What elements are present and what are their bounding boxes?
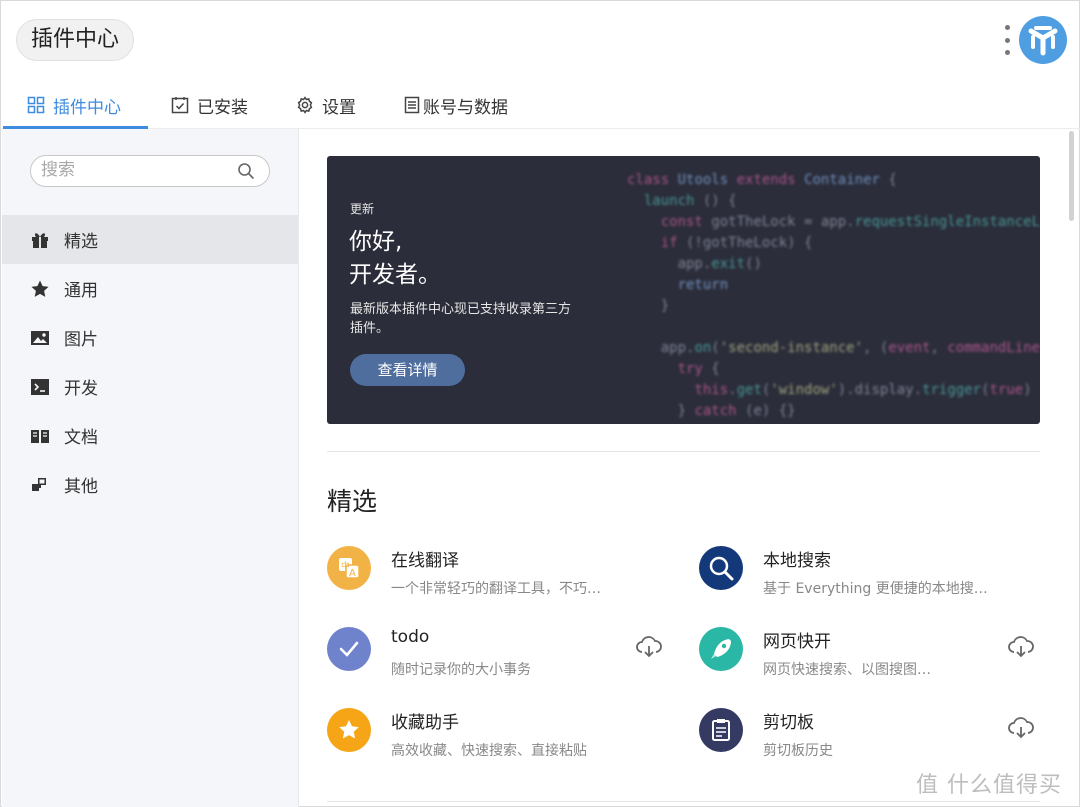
- page-title: 插件中心: [16, 19, 135, 61]
- plugin-name: todo: [391, 627, 430, 647]
- svg-text:A: A: [349, 568, 356, 579]
- sidebar: 精选 通用 图片 开发 文档 其他: [2, 129, 299, 807]
- sidebar-item-label: 文档: [64, 428, 98, 448]
- book-icon: [31, 429, 49, 443]
- tab-label: 插件中心: [53, 97, 121, 118]
- sidebar-item-label: 通用: [64, 281, 98, 301]
- plugin-desc: 高效收藏、快速搜索、直接粘贴: [391, 743, 587, 759]
- image-icon: [31, 330, 49, 345]
- main-content: class Utools extends Container { launch …: [327, 156, 1040, 802]
- favorite-star-icon: [327, 708, 371, 752]
- local-search-icon: [699, 546, 743, 590]
- plugin-name: 网页快开: [763, 632, 831, 652]
- search-icon[interactable]: [237, 162, 255, 180]
- installed-check-icon: [171, 97, 189, 114]
- tab-bar: 插件中心 已安装 设置 账号与数据: [1, 81, 1080, 129]
- banner-title: 你好, 开发者。: [349, 226, 441, 292]
- plugin-card-favorites[interactable]: 收藏助手 高效收藏、快速搜索、直接粘贴: [327, 708, 667, 774]
- sidebar-item-images[interactable]: 图片: [2, 313, 298, 362]
- plugin-name: 在线翻译: [391, 551, 459, 571]
- more-menu-icon[interactable]: [1001, 25, 1013, 55]
- sidebar-item-featured[interactable]: 精选: [2, 215, 298, 264]
- plugin-name: 剪切板: [763, 713, 814, 733]
- search-input[interactable]: [41, 156, 231, 184]
- banner-tag: 更新: [350, 202, 375, 216]
- sidebar-item-label: 其他: [64, 477, 98, 497]
- tab-settings[interactable]: 设置: [296, 81, 356, 129]
- category-nav: 精选 通用 图片 开发 文档 其他: [2, 215, 298, 509]
- sidebar-item-general[interactable]: 通用: [2, 264, 298, 313]
- blocks-icon: [32, 477, 46, 491]
- banner-description: 最新版本插件中心现已支持收录第三方插件。: [350, 302, 572, 336]
- plugin-card-translate[interactable]: 中A 在线翻译 一个非常轻巧的翻译工具，不巧…: [327, 546, 667, 612]
- plugin-card-clipboard[interactable]: 剪切板 剪切板历史: [699, 708, 1039, 774]
- watermark: 值 什么值得买: [916, 773, 1062, 798]
- clipboard-icon: [699, 708, 743, 752]
- sidebar-item-label: 精选: [64, 232, 98, 252]
- todo-check-icon: [327, 627, 371, 671]
- plugin-desc: 剪切板历史: [763, 743, 833, 759]
- rocket-icon: [699, 627, 743, 671]
- divider: [327, 451, 1040, 452]
- view-details-button[interactable]: 查看详情: [350, 354, 465, 386]
- scrollbar-thumb[interactable]: [1069, 131, 1074, 221]
- tab-label: 账号与数据: [423, 97, 508, 118]
- banner-title-line2: 开发者。: [349, 262, 441, 288]
- plugin-desc: 基于 Everything 更便捷的本地搜…: [763, 581, 988, 597]
- star-icon: [31, 280, 49, 297]
- translate-icon: 中A: [327, 546, 371, 590]
- search-box: [30, 155, 270, 187]
- banner-code-background: class Utools extends Container { launch …: [627, 172, 1040, 419]
- account-data-icon: [404, 96, 420, 114]
- tab-label: 已安装: [197, 97, 248, 118]
- plugin-card-local-search[interactable]: 本地搜索 基于 Everything 更便捷的本地搜…: [699, 546, 1039, 612]
- sidebar-item-other[interactable]: 其他: [2, 460, 298, 509]
- cloud-download-icon[interactable]: [635, 635, 663, 659]
- section-title-featured: 精选: [327, 487, 378, 516]
- tab-plugin-center[interactable]: 插件中心: [27, 81, 121, 129]
- update-banner: class Utools extends Container { launch …: [327, 156, 1040, 424]
- tab-installed[interactable]: 已安装: [171, 81, 248, 129]
- sidebar-item-label: 图片: [64, 330, 98, 350]
- gear-icon: [297, 96, 313, 114]
- plugin-card-todo[interactable]: todo 随时记录你的大小事务: [327, 627, 667, 693]
- plugin-desc: 随时记录你的大小事务: [391, 662, 531, 678]
- tab-account-data[interactable]: 账号与数据: [403, 81, 508, 129]
- terminal-icon: [31, 378, 49, 395]
- banner-title-line1: 你好,: [349, 229, 403, 255]
- plugin-card-web-quick-open[interactable]: 网页快开 网页快速搜索、以图搜图…: [699, 627, 1039, 693]
- plugin-desc: 一个非常轻巧的翻译工具，不巧…: [391, 581, 601, 597]
- divider: [327, 801, 1040, 802]
- app-window: 插件中心 插件中心 已安装 设置 账号与数据 搜索 精选 通用 图片 开发 文档…: [0, 0, 1080, 807]
- sidebar-item-docs[interactable]: 文档: [2, 411, 298, 460]
- gift-icon: [32, 232, 48, 248]
- sidebar-item-label: 开发: [64, 379, 98, 399]
- cloud-download-icon[interactable]: [1007, 635, 1035, 659]
- app-logo[interactable]: [1019, 16, 1067, 64]
- sidebar-item-dev[interactable]: 开发: [2, 362, 298, 411]
- tab-label: 设置: [322, 97, 356, 118]
- grid-icon: [27, 96, 45, 114]
- plugin-name: 收藏助手: [391, 713, 459, 733]
- cloud-download-icon[interactable]: [1007, 716, 1035, 740]
- plugin-name: 本地搜索: [763, 551, 831, 571]
- plugin-desc: 网页快速搜索、以图搜图…: [763, 662, 931, 678]
